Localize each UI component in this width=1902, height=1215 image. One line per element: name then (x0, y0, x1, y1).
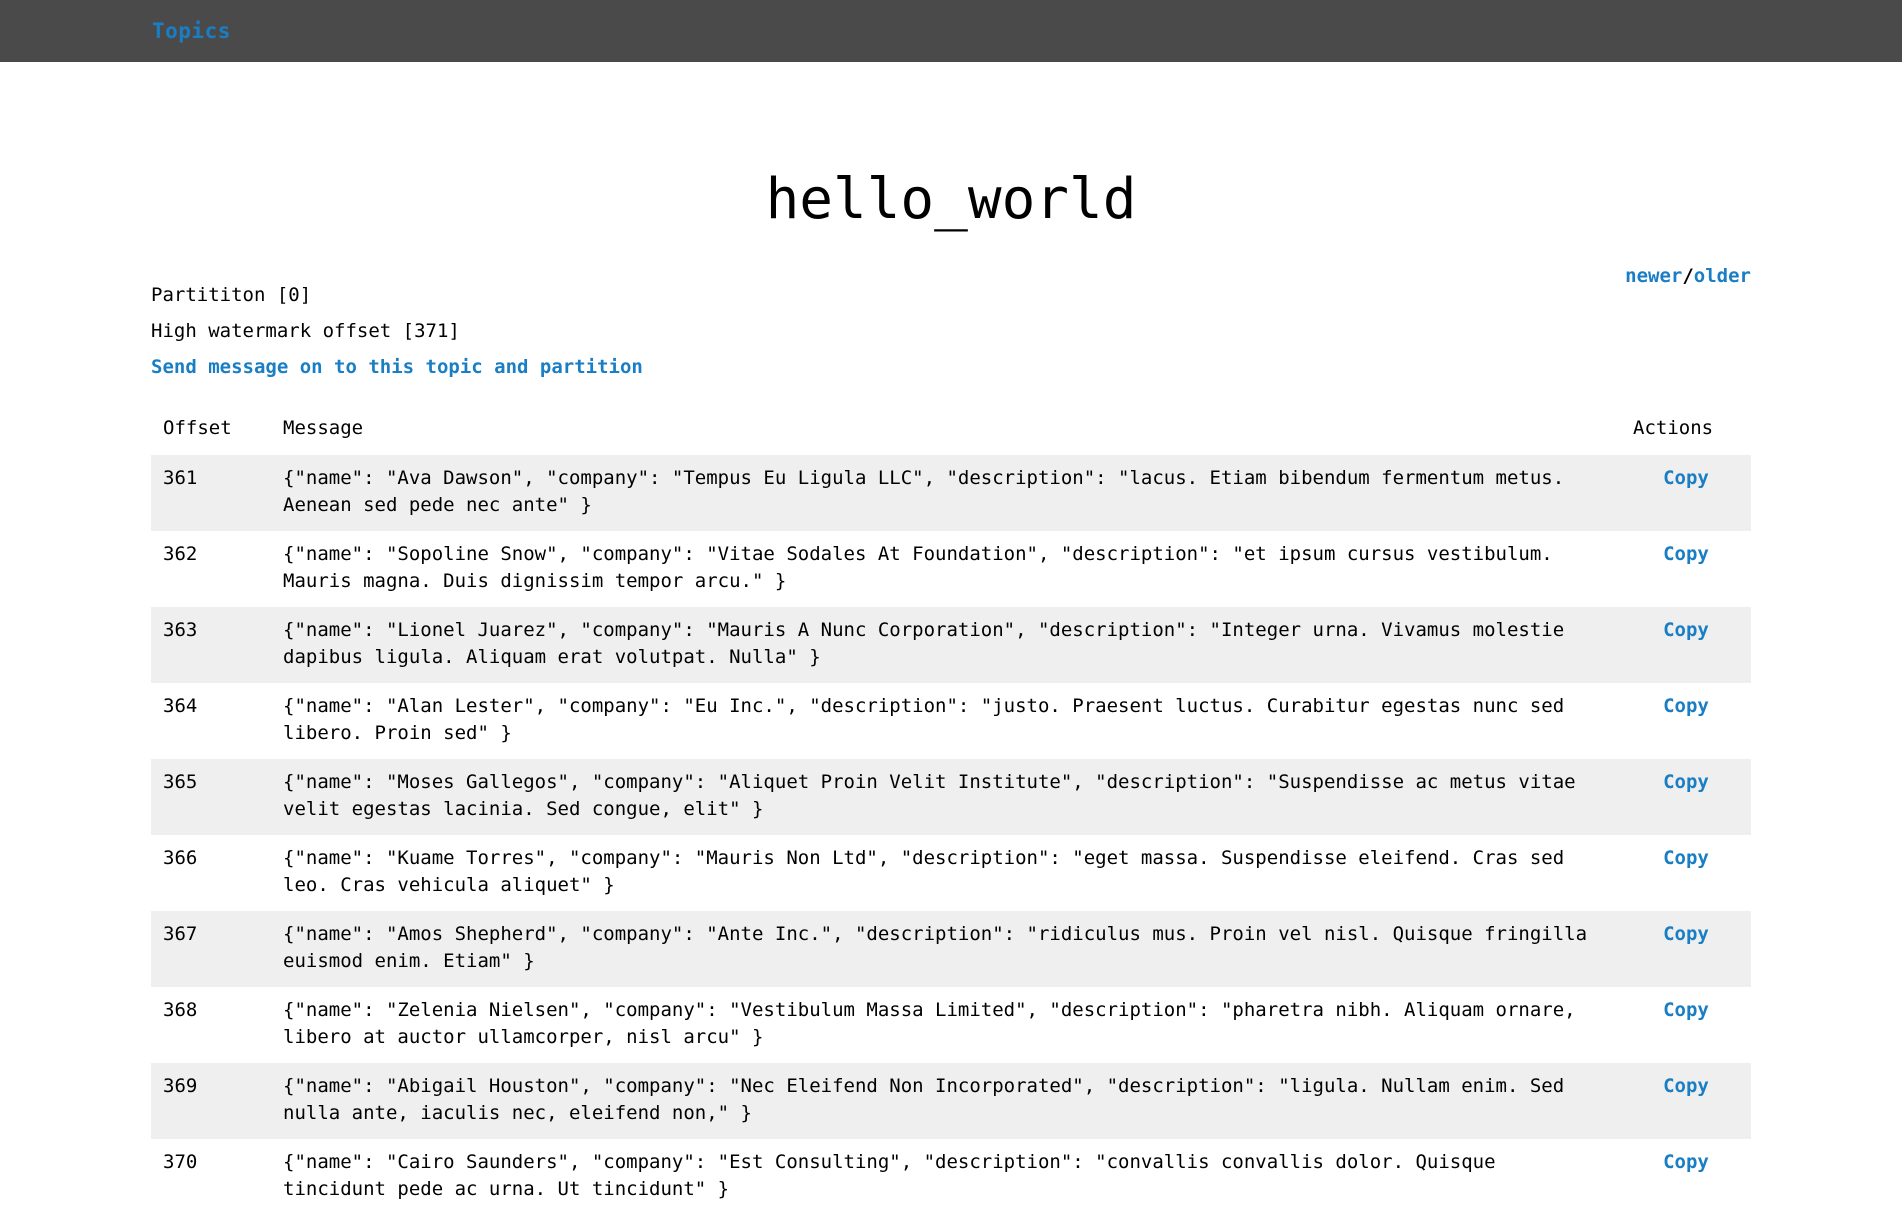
pagination-older-link[interactable]: older (1694, 265, 1751, 287)
column-header-message: Message (283, 417, 364, 439)
message-text: {"name": "Abigail Houston", "company": "… (283, 1075, 1565, 1124)
cell-actions: Copy (1621, 835, 1751, 911)
message-text: {"name": "Alan Lester", "company": "Eu I… (283, 695, 1565, 744)
high-watermark-label: High watermark offset [371] (151, 320, 460, 342)
copy-message-link[interactable]: Copy (1663, 695, 1709, 717)
cell-offset: 361 (163, 467, 198, 489)
cell-message: {"name": "Ava Dawson", "company": "Tempu… (271, 455, 1621, 531)
copy-message-link[interactable]: Copy (1663, 467, 1709, 489)
message-text: {"name": "Sopoline Snow", "company": "Vi… (283, 543, 1553, 592)
cell-message: {"name": "Lionel Juarez", "company": "Ma… (271, 607, 1621, 683)
copy-message-link[interactable]: Copy (1663, 847, 1709, 869)
table-row: 370 {"name": "Cairo Saunders", "company":… (151, 1139, 1751, 1215)
cell-message: {"name": "Sopoline Snow", "company": "Vi… (271, 531, 1621, 607)
send-message-link[interactable]: Send message on to this topic and partit… (151, 349, 643, 385)
copy-message-link[interactable]: Copy (1663, 923, 1709, 945)
nav-link-topics[interactable]: Topics (152, 19, 231, 43)
message-text: {"name": "Amos Shepherd", "company": "An… (283, 923, 1588, 972)
page-container: hello_world Partititon [0] High watermar… (151, 62, 1751, 1215)
message-text: {"name": "Ava Dawson", "company": "Tempu… (283, 467, 1565, 516)
cell-actions: Copy (1621, 607, 1751, 683)
cell-actions: Copy (1621, 1063, 1751, 1139)
cell-actions: Copy (1621, 683, 1751, 759)
table-row: 366 {"name": "Kuame Torres", "company": "… (151, 835, 1751, 911)
table-row: 361 {"name": "Ava Dawson", "company": "Te… (151, 455, 1751, 531)
cell-message: {"name": "Zelenia Nielsen", "company": "… (271, 987, 1621, 1063)
table-header-row: Offset Message Actions (151, 409, 1751, 455)
column-header-actions: Actions (1633, 417, 1714, 439)
table-row: 362 {"name": "Sopoline Snow", "company": … (151, 531, 1751, 607)
cell-actions: Copy (1621, 1139, 1751, 1215)
table-row: 364 {"name": "Alan Lester", "company": "E… (151, 683, 1751, 759)
copy-message-link[interactable]: Copy (1663, 619, 1709, 641)
cell-actions: Copy (1621, 759, 1751, 835)
messages-table-body: 361 {"name": "Ava Dawson", "company": "Te… (151, 455, 1751, 1215)
message-text: {"name": "Zelenia Nielsen", "company": "… (283, 999, 1576, 1048)
cell-message: {"name": "Alan Lester", "company": "Eu I… (271, 683, 1621, 759)
column-header-offset: Offset (163, 417, 232, 439)
table-row: 368 {"name": "Zelenia Nielsen", "company"… (151, 987, 1751, 1063)
cell-message: {"name": "Abigail Houston", "company": "… (271, 1063, 1621, 1139)
cell-message: {"name": "Amos Shepherd", "company": "An… (271, 911, 1621, 987)
pagination-controls: newer/older (1625, 258, 1751, 294)
cell-offset: 364 (163, 695, 198, 717)
cell-offset: 365 (163, 771, 198, 793)
cell-actions: Copy (1621, 911, 1751, 987)
table-row: 367 {"name": "Amos Shepherd", "company": … (151, 911, 1751, 987)
pagination-newer-link[interactable]: newer (1625, 265, 1682, 287)
cell-offset: 369 (163, 1075, 198, 1097)
table-row: 365 {"name": "Moses Gallegos", "company":… (151, 759, 1751, 835)
cell-offset: 362 (163, 543, 198, 565)
cell-offset: 368 (163, 999, 198, 1021)
cell-offset: 370 (163, 1151, 198, 1173)
message-text: {"name": "Cairo Saunders", "company": "E… (283, 1151, 1496, 1200)
cell-offset: 363 (163, 619, 198, 641)
table-row: 369 {"name": "Abigail Houston", "company"… (151, 1063, 1751, 1139)
message-text: {"name": "Moses Gallegos", "company": "A… (283, 771, 1576, 820)
copy-message-link[interactable]: Copy (1663, 999, 1709, 1021)
cell-offset: 366 (163, 847, 198, 869)
partition-label: Partititon [0] (151, 284, 312, 306)
copy-message-link[interactable]: Copy (1663, 543, 1709, 565)
topic-metadata: Partititon [0] High watermark offset [37… (151, 277, 1751, 385)
table-row: 363 {"name": "Lionel Juarez", "company": … (151, 607, 1751, 683)
cell-actions: Copy (1621, 987, 1751, 1063)
cell-message: {"name": "Cairo Saunders", "company": "E… (271, 1139, 1621, 1215)
message-text: {"name": "Kuame Torres", "company": "Mau… (283, 847, 1565, 896)
cell-actions: Copy (1621, 531, 1751, 607)
pagination-separator: / (1682, 265, 1694, 287)
cell-actions: Copy (1621, 455, 1751, 531)
top-navbar: Topics (0, 0, 1902, 62)
messages-table-head: Offset Message Actions (151, 409, 1751, 455)
cell-message: {"name": "Moses Gallegos", "company": "A… (271, 759, 1621, 835)
cell-offset: 367 (163, 923, 198, 945)
page-title: hello_world (765, 167, 1137, 232)
copy-message-link[interactable]: Copy (1663, 1075, 1709, 1097)
message-text: {"name": "Lionel Juarez", "company": "Ma… (283, 619, 1565, 668)
cell-message: {"name": "Kuame Torres", "company": "Mau… (271, 835, 1621, 911)
messages-table: Offset Message Actions 361 {"name": "Ava … (151, 409, 1751, 1215)
copy-message-link[interactable]: Copy (1663, 771, 1709, 793)
copy-message-link[interactable]: Copy (1663, 1151, 1709, 1173)
